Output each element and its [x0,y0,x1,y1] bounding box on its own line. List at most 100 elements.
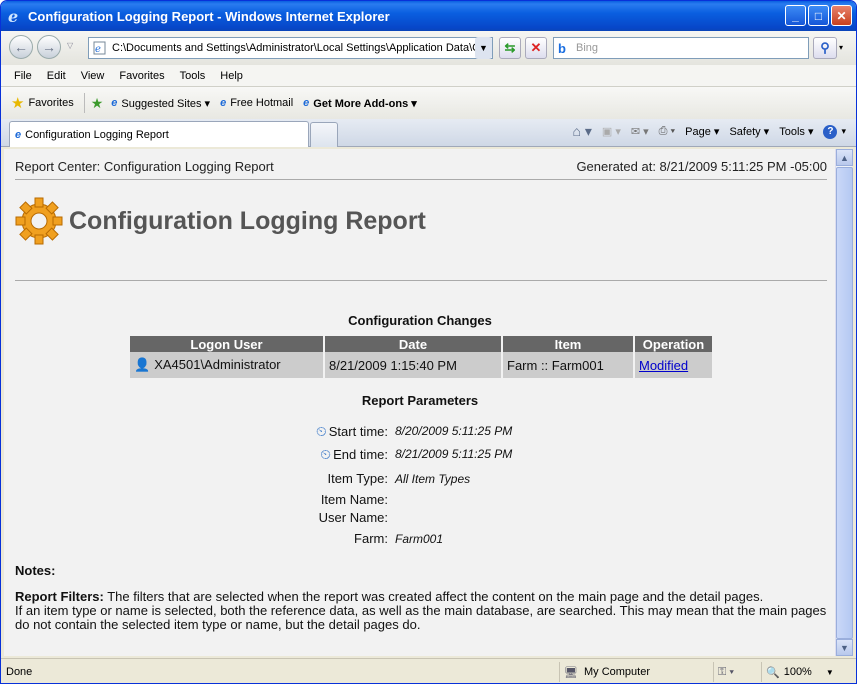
browser-window: e Configuration Logging Report - Windows… [0,0,857,684]
free-hotmail-label: Free Hotmail [230,97,294,109]
favorites-button[interactable]: ★ Favorites [11,94,74,112]
window-title: Configuration Logging Report - Windows I… [28,8,390,24]
farm-value: Farm001 [395,532,444,546]
menu-file[interactable]: File [14,70,32,82]
item-type-value: All Item Types [395,472,471,486]
clock-icon: ⏲ [320,446,332,462]
col-date: Date [325,336,501,352]
menu-favorites[interactable]: Favorites [119,70,164,82]
changes-title: Configuration Changes [348,313,492,328]
svg-text:e: e [8,8,18,24]
suggested-sites-label: Suggested Sites ▾ [121,97,211,110]
end-label-text: End time: [333,447,388,462]
farm-label: Farm: [354,531,388,546]
add-favorite-icon[interactable]: ★ [91,95,104,112]
menu-bar: File Edit View Favorites Tools Help [1,65,856,87]
mail-icon[interactable]: ✉ ▾ [631,125,649,138]
title-bar: e Configuration Logging Report - Windows… [1,1,856,31]
back-button[interactable]: ← [9,35,33,59]
item-name-label: Item Name: [320,492,388,507]
forward-button[interactable]: → [37,35,61,59]
zone-indicator[interactable]: 🖥 My Computer [559,662,709,682]
title-divider [15,280,827,281]
svg-text:e: e [95,44,101,55]
cell-date: 8/21/2009 1:15:40 PM [325,352,501,378]
address-dropdown-icon[interactable]: ▼ [475,37,492,59]
tab-row: e Configuration Logging Report ⌂ ▾ ▣ ▾ ✉… [1,119,856,147]
help-dropdown-icon[interactable]: ▾ [841,126,846,137]
vertical-scrollbar[interactable]: ▲ ▼ [835,149,853,656]
search-placeholder: Bing [576,42,599,54]
safety-menu[interactable]: Safety ▾ [729,125,769,138]
minimize-button[interactable]: _ [785,5,806,26]
tools-menu[interactable]: Tools ▾ [779,125,813,138]
menu-edit[interactable]: Edit [47,70,66,82]
command-bar: ⌂ ▾ ▣ ▾ ✉ ▾ ⎙ ▾ Page ▾ Safety ▾ Tools ▾ … [567,123,846,140]
refresh-button[interactable]: ⇆ [499,37,521,59]
new-tab-button[interactable] [310,122,338,147]
separator [83,93,85,113]
report-header-left: Report Center: Configuration Logging Rep… [15,159,274,174]
computer-icon: 🖥 [564,666,578,679]
tab-configuration-logging-report[interactable]: e Configuration Logging Report [9,121,309,147]
print-icon[interactable]: ⎙ ▾ [659,125,675,138]
zone-text: My Computer [583,666,650,678]
menu-view[interactable]: View [81,70,105,82]
get-add-ons-label: Get More Add-ons ▾ [313,97,417,110]
protected-mode-indicator[interactable]: ⚿ ▾ [713,662,757,682]
user-value: XA4501\Administrator [154,357,281,372]
col-operation: Operation [635,336,712,352]
stop-button[interactable]: ✕ [525,37,547,59]
report-header: Report Center: Configuration Logging Rep… [15,159,827,174]
start-time-label: ⏲ Start time: [316,423,388,440]
zoom-icon: 🔍 [766,666,780,679]
ie-logo-icon: e [8,8,18,24]
suggested-sites-link[interactable]: e Suggested Sites ▾ [111,97,210,110]
security-icon: ⚿ ▾ [718,665,735,678]
page-title: Configuration Logging Report [69,206,426,235]
history-dropdown-icon[interactable]: ▽ [67,41,73,50]
status-text: Done [6,665,33,678]
user-icon: 👤 [134,357,151,372]
start-label-text: Start time: [328,424,388,439]
report-generated-at: Generated at: 8/21/2009 5:11:25 PM -05:0… [576,159,827,174]
free-hotmail-link[interactable]: e Free Hotmail [220,97,293,109]
page-menu[interactable]: Page ▾ [685,125,719,138]
report-title-block: Configuration Logging Report [15,197,426,245]
filters-label: Report Filters: [15,589,104,604]
search-options-icon[interactable]: ▾ [839,43,843,52]
address-row: ← → ▽ e C:\Documents and Settings\Admini… [1,31,856,65]
ie-tab-icon: e [15,128,22,141]
feeds-icon[interactable]: ▣ ▾ [602,125,621,138]
scroll-up-arrow[interactable]: ▲ [836,149,853,166]
ie-page-icon: e [220,97,227,109]
menu-help[interactable]: Help [220,70,243,82]
home-icon[interactable]: ⌂ ▾ [573,123,592,140]
search-input[interactable]: b Bing [553,37,809,59]
page-content: Report Center: Configuration Logging Rep… [4,149,836,656]
help-icon[interactable]: ? [823,124,838,139]
modified-link[interactable]: Modified [639,358,688,373]
favorites-bar: ★ Favorites ★ e Suggested Sites ▾ e Free… [1,87,856,119]
zoom-dropdown-icon: ▼ [825,667,834,677]
scroll-thumb[interactable] [836,167,853,639]
filters-text: The filters that are selected when the r… [103,589,764,604]
cell-item: Farm :: Farm001 [503,352,633,378]
scroll-down-arrow[interactable]: ▼ [836,639,853,656]
zoom-text: 100% [783,666,812,678]
notes-title: Notes: [15,563,56,578]
maximize-button[interactable]: □ [808,5,829,26]
params-title: Report Parameters [361,393,479,408]
zoom-control[interactable]: 🔍 100% ▼ [761,662,841,682]
tab-label: Configuration Logging Report [25,128,169,141]
close-button[interactable]: ✕ [831,5,852,26]
search-button[interactable]: ⚲ [813,37,837,59]
changes-table: Logon User Date Item Operation 👤 XA4501\A… [128,336,714,378]
menu-tools[interactable]: Tools [180,70,206,82]
user-name-label: User Name: [318,510,388,525]
cell-operation: Modified [635,352,712,378]
filters-text-2: If an item type or name is selected, bot… [15,603,827,632]
address-bar[interactable]: e C:\Documents and Settings\Administrato… [88,37,493,59]
gear-icon [15,197,63,245]
get-add-ons-link[interactable]: e Get More Add-ons ▾ [303,97,417,110]
